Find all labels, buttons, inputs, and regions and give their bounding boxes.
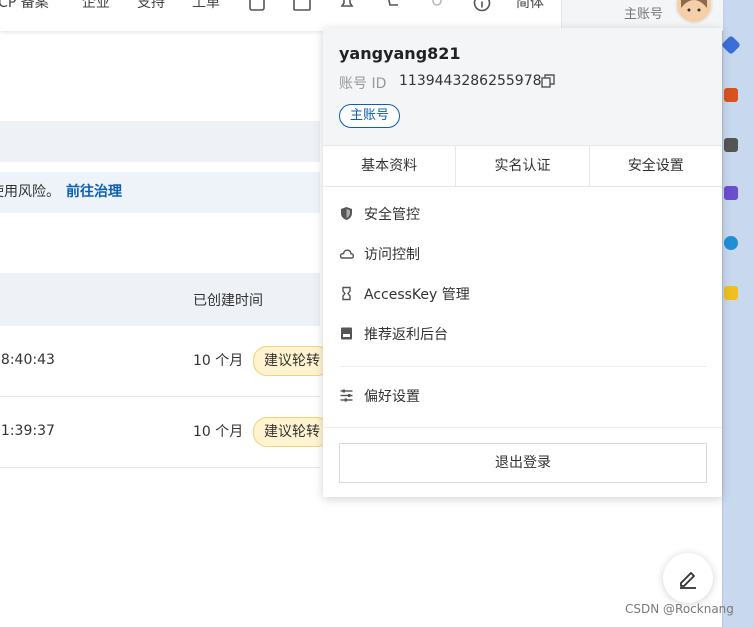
menu-divider (339, 366, 706, 367)
tab-basic-info[interactable]: 基本资料 (323, 146, 457, 186)
pen-icon (680, 572, 696, 589)
row-time: 18:40:43 (0, 352, 55, 368)
account-id-label: 账号 ID (339, 76, 387, 92)
app-shortcut-icon[interactable] (724, 286, 738, 300)
top-nav: ICP 备案 企业 支持 工单 简体 主账号 (0, 0, 723, 31)
menu-item-label: 安全管控 (364, 207, 420, 223)
account-header: yangyang821 账号 ID 1139443286255978 主账号 (323, 28, 722, 145)
notice-link[interactable]: 前往治理 (66, 184, 122, 200)
menu-divider (323, 427, 722, 428)
menu-item-label: 偏好设置 (364, 389, 420, 405)
menu-item-label: 推荐返利后台 (364, 327, 448, 343)
username: yangyang821 (339, 44, 461, 63)
key-icon (342, 286, 351, 301)
logout-button[interactable]: 退出登录 (339, 443, 707, 483)
shield-icon (341, 207, 352, 220)
row-age: 10 个月 (193, 424, 244, 440)
feedback-button[interactable] (663, 553, 713, 603)
app-shortcut-icon[interactable] (724, 236, 738, 250)
rotate-tag: 建议轮转 (253, 346, 331, 376)
avatar[interactable] (675, 0, 713, 24)
app-shortcut-icon[interactable] (724, 186, 738, 200)
menu-item-label: 访问控制 (364, 247, 420, 263)
column-created-time: 已创建时间 (193, 293, 263, 309)
rotate-tag: 建议轮转 (253, 417, 331, 447)
row-age: 10 个月 (193, 353, 244, 369)
help-icon[interactable] (473, 0, 491, 12)
role-badge: 主账号 (339, 104, 401, 128)
section-header-band (0, 121, 320, 162)
watermark: CSDN @Rocknang (625, 602, 734, 616)
avatar-face-icon (677, 0, 711, 22)
cloud-icon (339, 249, 354, 259)
bell-icon[interactable] (338, 0, 356, 12)
table-row: 11:39:37 10 个月 建议轮转 (0, 397, 331, 468)
table-header: 已创建时间 (0, 273, 320, 326)
nav-support[interactable]: 支持 (137, 0, 165, 12)
tab-real-name[interactable]: 实名认证 (456, 146, 590, 186)
cart-icon[interactable] (383, 0, 401, 12)
tab-security-settings[interactable]: 安全设置 (590, 146, 722, 186)
language-switch[interactable]: 简体 (516, 0, 544, 12)
nav-enterprise[interactable]: 企业 (82, 0, 110, 12)
account-tabs: 基本资料 实名认证 安全设置 (323, 145, 722, 187)
rebate-icon (341, 327, 352, 340)
risk-notice: 使用风险。前往治理 (0, 172, 320, 213)
nav-ticket[interactable]: 工单 (192, 0, 220, 12)
account-id-value: 1139443286255978 (399, 73, 542, 89)
app-shortcut-icon[interactable] (724, 88, 738, 102)
bulb-icon[interactable] (428, 0, 446, 12)
terminal-icon[interactable] (248, 0, 266, 12)
table-row: 18:40:43 10 个月 建议轮转 (0, 326, 331, 397)
account-dropdown: yangyang821 账号 ID 1139443286255978 主账号 基… (323, 28, 722, 497)
menu-item-label: AccessKey 管理 (364, 287, 470, 303)
image-icon[interactable] (293, 0, 311, 12)
sliders-icon (340, 389, 353, 402)
nav-icp[interactable]: ICP 备案 (0, 0, 49, 12)
row-time: 11:39:37 (0, 423, 55, 439)
account-tab-label: 主账号 (624, 7, 664, 22)
app-shortcut-icon[interactable] (724, 138, 738, 152)
notice-text: 使用风险。 (0, 184, 60, 200)
account-tab[interactable]: 主账号 (561, 0, 723, 31)
copy-icon[interactable] (541, 74, 555, 88)
